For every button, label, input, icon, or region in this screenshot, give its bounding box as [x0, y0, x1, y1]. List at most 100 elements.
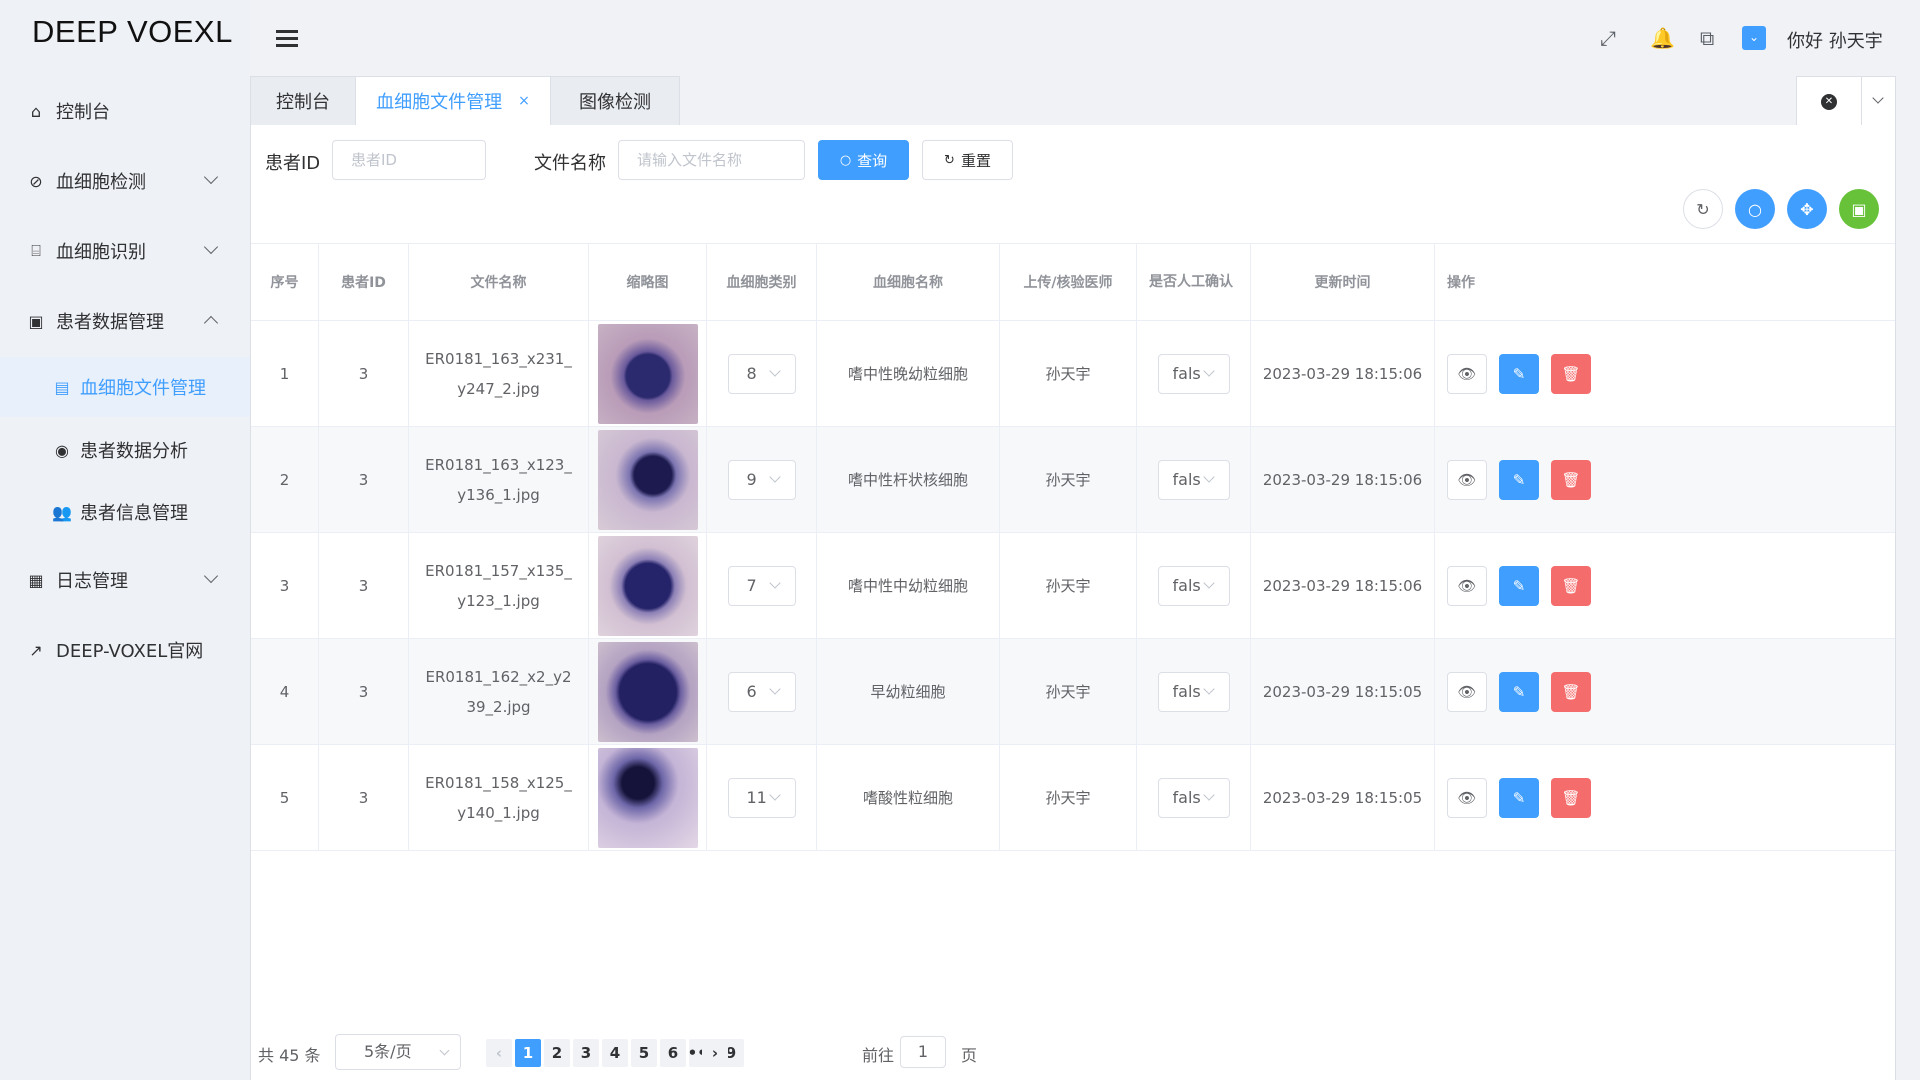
confirm-value: false [1172, 788, 1201, 807]
confirm-value: false [1172, 682, 1201, 701]
cell-category-select[interactable]: 7 [727, 565, 796, 606]
page-number[interactable]: 1 [515, 1039, 541, 1067]
page-size-select[interactable]: 5条/页 [335, 1034, 461, 1070]
chevron-up-icon [203, 315, 219, 331]
patient-id-input[interactable] [333, 141, 485, 179]
row-file-name: ER0181_162_x2_y239_2.jpg [425, 667, 572, 716]
file-name-field[interactable] [618, 140, 805, 180]
page-size-value: 5条/页 [364, 1042, 412, 1061]
page-number[interactable]: 3 [573, 1039, 599, 1067]
sidebar-subitem-patient-info[interactable]: 👥 患者信息管理 [0, 482, 250, 542]
trash-icon: 🗑 [1561, 470, 1581, 489]
patient-id-label: 患者ID [265, 153, 321, 174]
goto-page-input[interactable]: 1 [900, 1036, 946, 1068]
view-button[interactable]: 👁 [1447, 565, 1487, 606]
confirm-select[interactable]: false [1157, 459, 1230, 500]
page-number[interactable]: 4 [602, 1039, 628, 1067]
translate-icon[interactable]: ⧉ [1700, 26, 1714, 50]
sidebar-item-logs[interactable]: ▦ 日志管理 [0, 555, 250, 605]
avatar[interactable]: ⌄ [1742, 26, 1766, 50]
delete-button[interactable]: 🗑 [1551, 671, 1591, 712]
delete-button[interactable]: 🗑 [1551, 353, 1591, 394]
delete-button[interactable]: 🗑 [1551, 565, 1591, 606]
cell-category-value: 6 [746, 682, 757, 701]
sidebar-item-cell-detection[interactable]: ⊘ 血细胞检测 [0, 156, 250, 206]
move-button[interactable]: ✥ [1787, 189, 1827, 229]
edit-button[interactable]: ✎ [1499, 353, 1539, 394]
user-greeting[interactable]: 你好 孙天宇 [1787, 27, 1883, 53]
table-row: 43 ER0181_162_x2_y239_2.jpg 6 早幼粒细胞孙天宇 false… [251, 639, 1895, 745]
tab-label: 血细胞文件管理 [376, 92, 503, 113]
bell-icon[interactable]: 🔔 [1650, 26, 1675, 50]
page-number[interactable]: 6 [660, 1039, 686, 1067]
sidebar-item-patient-data[interactable]: ▣ 患者数据管理 [0, 296, 250, 346]
sidebar-subitem-cell-files[interactable]: ▤ 血细胞文件管理 [0, 357, 250, 417]
patient-id-field[interactable] [332, 140, 486, 180]
cell-thumbnail[interactable] [597, 641, 698, 742]
eye-icon: 👁 [1457, 470, 1477, 489]
next-page-button[interactable]: › [702, 1039, 728, 1067]
page-number[interactable]: 5 [631, 1039, 657, 1067]
cell-category-select[interactable]: 6 [727, 671, 796, 712]
chevron-down-icon [768, 470, 781, 483]
row-doctor: 孙天宇 [1000, 639, 1137, 744]
refresh-button[interactable]: ↻ [1683, 189, 1723, 229]
reset-button[interactable]: ↻ 重置 [922, 140, 1013, 180]
col-header: 是否人工确认 [1137, 244, 1251, 320]
page-number[interactable]: 2 [544, 1039, 570, 1067]
view-button[interactable]: 👁 [1447, 777, 1487, 818]
confirm-select[interactable]: false [1157, 353, 1230, 394]
confirm-select[interactable]: false [1157, 671, 1230, 712]
compass-icon: ⊘ [29, 171, 43, 191]
view-button[interactable]: 👁 [1447, 671, 1487, 712]
sidebar-item-cell-recognition[interactable]: ⌸ 血细胞识别 [0, 226, 250, 276]
chevron-down-icon[interactable] [1872, 92, 1884, 104]
tab-dashboard[interactable]: 控制台 [250, 76, 356, 126]
prev-page-button[interactable]: ‹ [486, 1039, 512, 1067]
cell-category-value: 8 [746, 364, 757, 383]
eye-icon: 👁 [1457, 682, 1477, 701]
sidebar-item-label: DEEP-VOXEL官网 [56, 641, 204, 662]
delete-button[interactable]: 🗑 [1551, 459, 1591, 500]
edit-button[interactable]: ✎ [1499, 565, 1539, 606]
cell-category-select[interactable]: 8 [727, 353, 796, 394]
sidebar-item-label: 控制台 [56, 102, 110, 123]
save-button[interactable]: ▣ [1839, 189, 1879, 229]
tab-image-detection[interactable]: 图像检测 [550, 76, 680, 126]
cell-thumbnail[interactable] [597, 429, 698, 530]
delete-button[interactable]: 🗑 [1551, 777, 1591, 818]
edit-button[interactable]: ✎ [1499, 459, 1539, 500]
view-button[interactable]: 👁 [1447, 353, 1487, 394]
hamburger-icon[interactable] [276, 30, 298, 51]
file-name-input[interactable] [619, 141, 804, 179]
tab-cell-files[interactable]: 血细胞文件管理 × [355, 76, 551, 126]
view-button[interactable]: 👁 [1447, 459, 1487, 500]
edit-button[interactable]: ✎ [1499, 777, 1539, 818]
confirm-select[interactable]: false [1157, 777, 1230, 818]
close-all-icon[interactable]: ✕ [1821, 94, 1837, 110]
query-button[interactable]: ○ 查询 [818, 140, 909, 180]
sidebar-item-label: 日志管理 [56, 571, 128, 592]
close-icon[interactable]: × [518, 93, 530, 109]
edit-button[interactable]: ✎ [1499, 671, 1539, 712]
row-cell-name: 嗜中性晚幼粒细胞 [817, 321, 1000, 426]
sidebar-item-dashboard[interactable]: ⌂ 控制台 [0, 86, 250, 136]
reset-button-label: 重置 [960, 151, 991, 170]
col-header: 上传/核验医师 [1000, 244, 1137, 320]
toggle-search-button[interactable]: ○ [1735, 189, 1775, 229]
cell-thumbnail[interactable] [597, 323, 698, 424]
cell-thumbnail[interactable] [597, 747, 698, 848]
fullscreen-icon[interactable]: ⤢ [1600, 26, 1616, 50]
eye-icon: 👁 [1457, 576, 1477, 595]
cell-category-select[interactable]: 11 [727, 777, 796, 818]
sidebar-item-website[interactable]: ↗ DEEP-VOXEL官网 [0, 625, 250, 675]
user-card-icon: ▣ [28, 311, 44, 331]
sidebar-subitem-label: 血细胞文件管理 [80, 378, 206, 399]
sidebar-subitem-patient-analysis[interactable]: ◉ 患者数据分析 [0, 420, 250, 480]
pencil-icon: ✎ [1512, 682, 1526, 701]
confirm-select[interactable]: false [1157, 565, 1230, 606]
cell-category-select[interactable]: 9 [727, 459, 796, 500]
search-icon: ○ [1748, 199, 1762, 219]
row-update-time: 2023-03-29 18:15:05 [1251, 639, 1435, 744]
cell-thumbnail[interactable] [597, 535, 698, 636]
